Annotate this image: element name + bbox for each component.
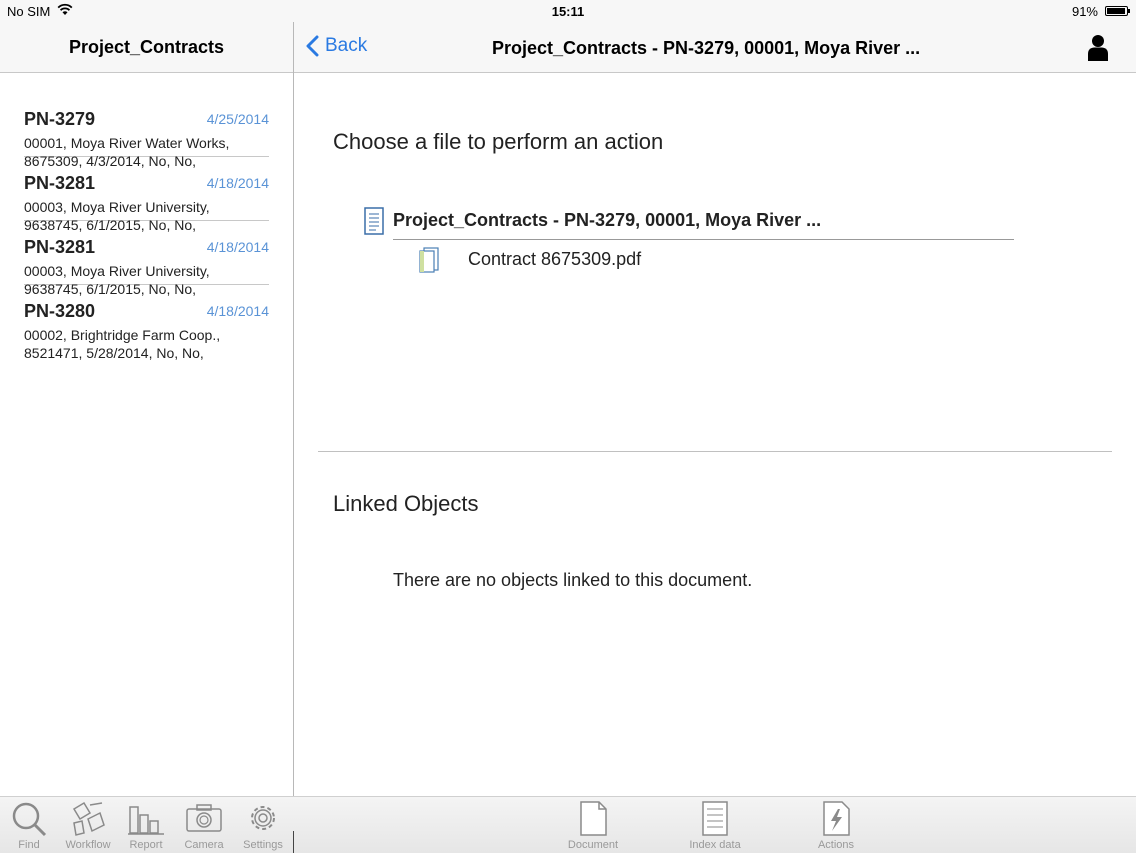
camera-icon bbox=[186, 804, 222, 832]
report-icon bbox=[128, 806, 164, 835]
toolbar-settings[interactable]: Settings bbox=[235, 799, 291, 851]
toolbar-actions-label: Actions bbox=[817, 839, 855, 851]
record-date: 4/25/2014 bbox=[206, 111, 269, 127]
document-icon bbox=[580, 801, 607, 836]
workflow-icon bbox=[72, 801, 105, 836]
choose-file-heading: Choose a file to perform an action bbox=[333, 129, 664, 154]
record-list: PN-3279 4/25/2014 00001, Moya River Wate… bbox=[0, 93, 293, 361]
back-label: Back bbox=[325, 35, 368, 56]
chevron-left-icon bbox=[306, 35, 319, 57]
record-date: 4/18/2014 bbox=[206, 239, 269, 255]
record-desc-line1: 00001, Moya River Water Works, bbox=[24, 135, 230, 151]
gear-icon bbox=[251, 806, 275, 830]
record-desc-line1: 00002, Brightridge Farm Coop., bbox=[24, 327, 221, 343]
toolbar-find-label: Find bbox=[18, 839, 40, 851]
actions-icon bbox=[823, 801, 850, 836]
linked-objects-heading: Linked Objects bbox=[333, 491, 479, 516]
clock: 15:11 bbox=[551, 4, 585, 19]
toolbar-divider bbox=[293, 831, 294, 853]
file-divider bbox=[393, 239, 1014, 240]
bottom-toolbar: Find Workflow Report Camera Settings Doc… bbox=[0, 796, 1136, 853]
child-file-name: Contract 8675309.pdf bbox=[468, 249, 642, 269]
file-title: Project_Contracts - PN-3279, 00001, Moya… bbox=[393, 210, 822, 230]
record-item[interactable]: PN-3281 4/18/2014 00003, Moya River Univ… bbox=[24, 157, 269, 233]
toolbar-report[interactable]: Report bbox=[118, 799, 174, 851]
toolbar-actions[interactable]: Actions bbox=[808, 799, 864, 851]
record-date: 4/18/2014 bbox=[206, 303, 269, 319]
toolbar-workflow[interactable]: Workflow bbox=[60, 799, 116, 851]
sidebar-title: Project_Contracts bbox=[0, 22, 293, 73]
record-desc-line1: 00003, Moya River University, bbox=[24, 199, 210, 215]
toolbar-document[interactable]: Document bbox=[565, 799, 621, 851]
toolbar-workflow-label: Workflow bbox=[65, 839, 111, 851]
pdf-file-icon bbox=[418, 247, 442, 278]
battery-icon bbox=[1105, 6, 1130, 16]
record-desc-line2: 8521471, 5/28/2014, No, No, bbox=[24, 345, 204, 361]
record-item[interactable]: PN-3281 4/18/2014 00003, Moya River Univ… bbox=[24, 221, 269, 297]
section-divider bbox=[318, 451, 1112, 452]
status-bar: No SIM 15:11 91% bbox=[0, 0, 1136, 22]
user-icon[interactable] bbox=[1088, 34, 1108, 66]
back-button[interactable]: Back bbox=[306, 35, 367, 57]
record-date: 4/18/2014 bbox=[206, 175, 269, 191]
toolbar-index-data-label: Index data bbox=[689, 839, 741, 851]
page-title: Project_Contracts - PN-3279, 00001, Moya… bbox=[492, 38, 921, 58]
index-data-icon bbox=[702, 801, 728, 836]
record-item[interactable]: PN-3280 4/18/2014 00002, Brightridge Far… bbox=[24, 285, 269, 361]
record-item[interactable]: PN-3279 4/25/2014 00001, Moya River Wate… bbox=[24, 93, 269, 169]
main-header: Back Project_Contracts - PN-3279, 00001,… bbox=[294, 22, 1136, 73]
toolbar-document-label: Document bbox=[567, 839, 619, 851]
main-content: Choose a file to perform an action Proje… bbox=[294, 73, 1136, 796]
document-icon bbox=[364, 207, 384, 240]
search-icon bbox=[12, 802, 47, 837]
sidebar: Project_Contracts PN-3279 4/25/2014 0000… bbox=[0, 22, 293, 796]
toolbar-settings-label: Settings bbox=[243, 839, 283, 851]
empty-linked-message: There are no objects linked to this docu… bbox=[393, 570, 753, 590]
battery-percent: 91% bbox=[1071, 4, 1098, 19]
toolbar-index-data[interactable]: Index data bbox=[687, 799, 743, 851]
toolbar-report-label: Report bbox=[129, 839, 163, 851]
toolbar-find[interactable]: Find bbox=[1, 799, 57, 851]
record-desc-line1: 00003, Moya River University, bbox=[24, 263, 210, 279]
toolbar-camera[interactable]: Camera bbox=[176, 799, 232, 851]
toolbar-camera-label: Camera bbox=[184, 839, 224, 851]
